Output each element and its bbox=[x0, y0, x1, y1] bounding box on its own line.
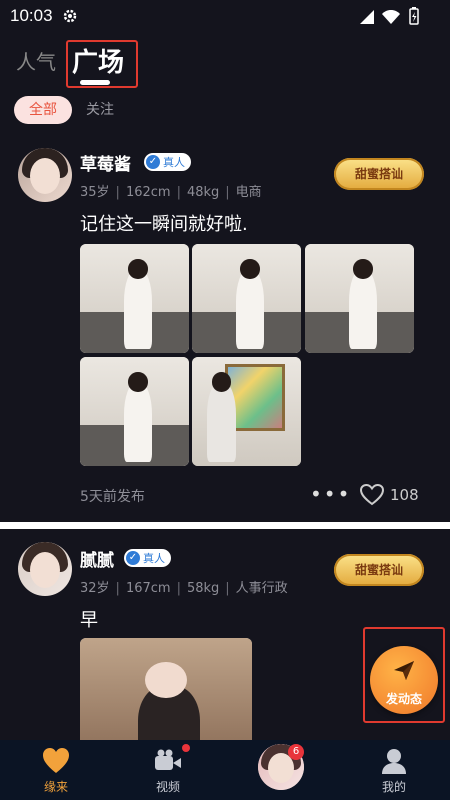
status-time: 10:03 bbox=[10, 6, 53, 25]
nav-item-mine[interactable]: 我的 bbox=[338, 740, 450, 800]
status-bar: 10:03 bbox=[0, 0, 450, 32]
verified-icon: ✓ bbox=[126, 551, 140, 565]
avatar[interactable] bbox=[18, 542, 72, 596]
post-photo[interactable] bbox=[80, 244, 189, 353]
divider bbox=[0, 522, 450, 529]
wifi-icon bbox=[382, 9, 400, 28]
signal-icon bbox=[360, 9, 374, 28]
post-photo[interactable] bbox=[192, 357, 301, 466]
heart-icon bbox=[41, 746, 71, 776]
like-count: 108 bbox=[390, 486, 419, 504]
highlight-box bbox=[66, 40, 138, 88]
post-time: 5天前发布 bbox=[80, 489, 145, 505]
greet-button[interactable]: 甜蜜搭讪 bbox=[334, 554, 424, 586]
post-text: 记住这一瞬间就好啦. bbox=[80, 214, 248, 235]
post-card[interactable]: 草莓酱 ✓ 真人 35岁 | 162cm | 48kg | 电商 甜蜜搭讪 记住这一瞬间就好… bbox=[0, 140, 450, 522]
heart-outline-icon bbox=[360, 484, 384, 506]
nav-item-video[interactable]: 视频 bbox=[112, 740, 224, 800]
greet-button[interactable]: 甜蜜搭讪 bbox=[334, 158, 424, 190]
battery-icon bbox=[408, 7, 420, 29]
more-options-icon[interactable]: ••• bbox=[310, 482, 351, 506]
verified-icon: ✓ bbox=[146, 155, 160, 169]
post-photo[interactable] bbox=[305, 244, 414, 353]
bottom-nav: 缘来 视频 6 我的 bbox=[0, 740, 450, 800]
user-meta: 32岁 | 167cm | 58kg | 人事行政 bbox=[80, 581, 288, 596]
filter-follow[interactable]: 关注 bbox=[86, 96, 114, 124]
video-icon bbox=[153, 746, 183, 776]
paper-plane-icon bbox=[392, 658, 416, 686]
create-post-button[interactable]: 发动态 bbox=[370, 646, 438, 714]
message-badge: 6 bbox=[288, 744, 304, 760]
avatar[interactable] bbox=[18, 148, 72, 202]
user-name[interactable]: 草莓酱 bbox=[80, 150, 131, 175]
filter-all[interactable]: 全部 bbox=[14, 96, 72, 124]
post-text: 早 bbox=[80, 610, 98, 631]
post-photo[interactable] bbox=[80, 357, 189, 466]
verified-badge: ✓ 真人 bbox=[124, 549, 171, 567]
user-name[interactable]: 腻腻 bbox=[80, 546, 114, 571]
gear-icon bbox=[62, 8, 78, 28]
user-meta: 35岁 | 162cm | 48kg | 电商 bbox=[80, 185, 262, 200]
nav-item-yuanlai[interactable]: 缘来 bbox=[0, 740, 112, 800]
top-tabs: 人气 广场 bbox=[0, 36, 450, 92]
verified-badge: ✓ 真人 bbox=[144, 153, 191, 171]
post-photo[interactable] bbox=[192, 244, 301, 353]
tab-popular[interactable]: 人气 bbox=[16, 46, 56, 75]
profile-icon bbox=[379, 746, 409, 776]
post-photo[interactable] bbox=[80, 638, 252, 740]
like-button[interactable]: 108 bbox=[360, 484, 419, 506]
notification-dot bbox=[182, 744, 190, 752]
